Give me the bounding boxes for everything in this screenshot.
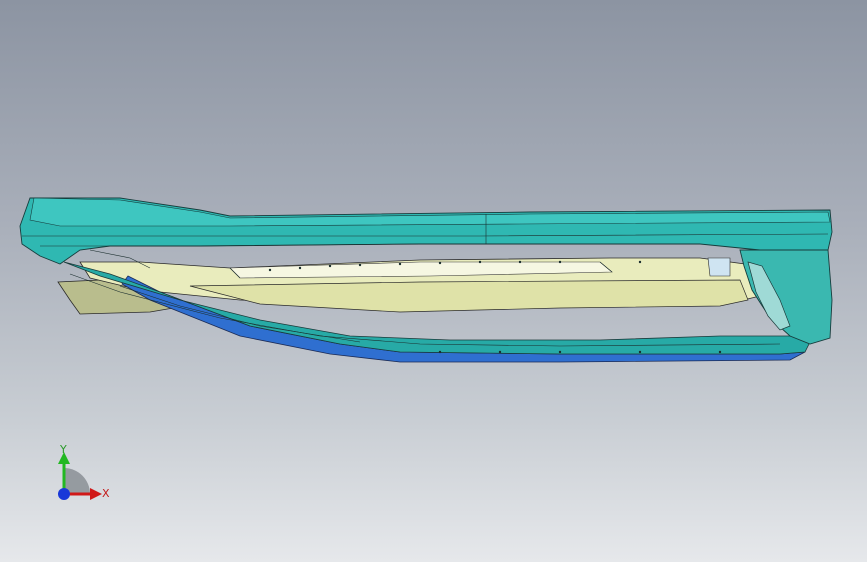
part-inner-panel-lower [189, 279, 749, 313]
triad-z-axis-icon [58, 488, 70, 500]
cad-part-model[interactable] [0, 0, 867, 562]
triad-y-label: Y [60, 443, 67, 456]
triad-x-label: X [102, 487, 110, 500]
graphics-viewport[interactable]: Y X [0, 0, 867, 562]
part-front-insert [707, 257, 731, 277]
triad-x-arrow-icon [90, 488, 102, 500]
